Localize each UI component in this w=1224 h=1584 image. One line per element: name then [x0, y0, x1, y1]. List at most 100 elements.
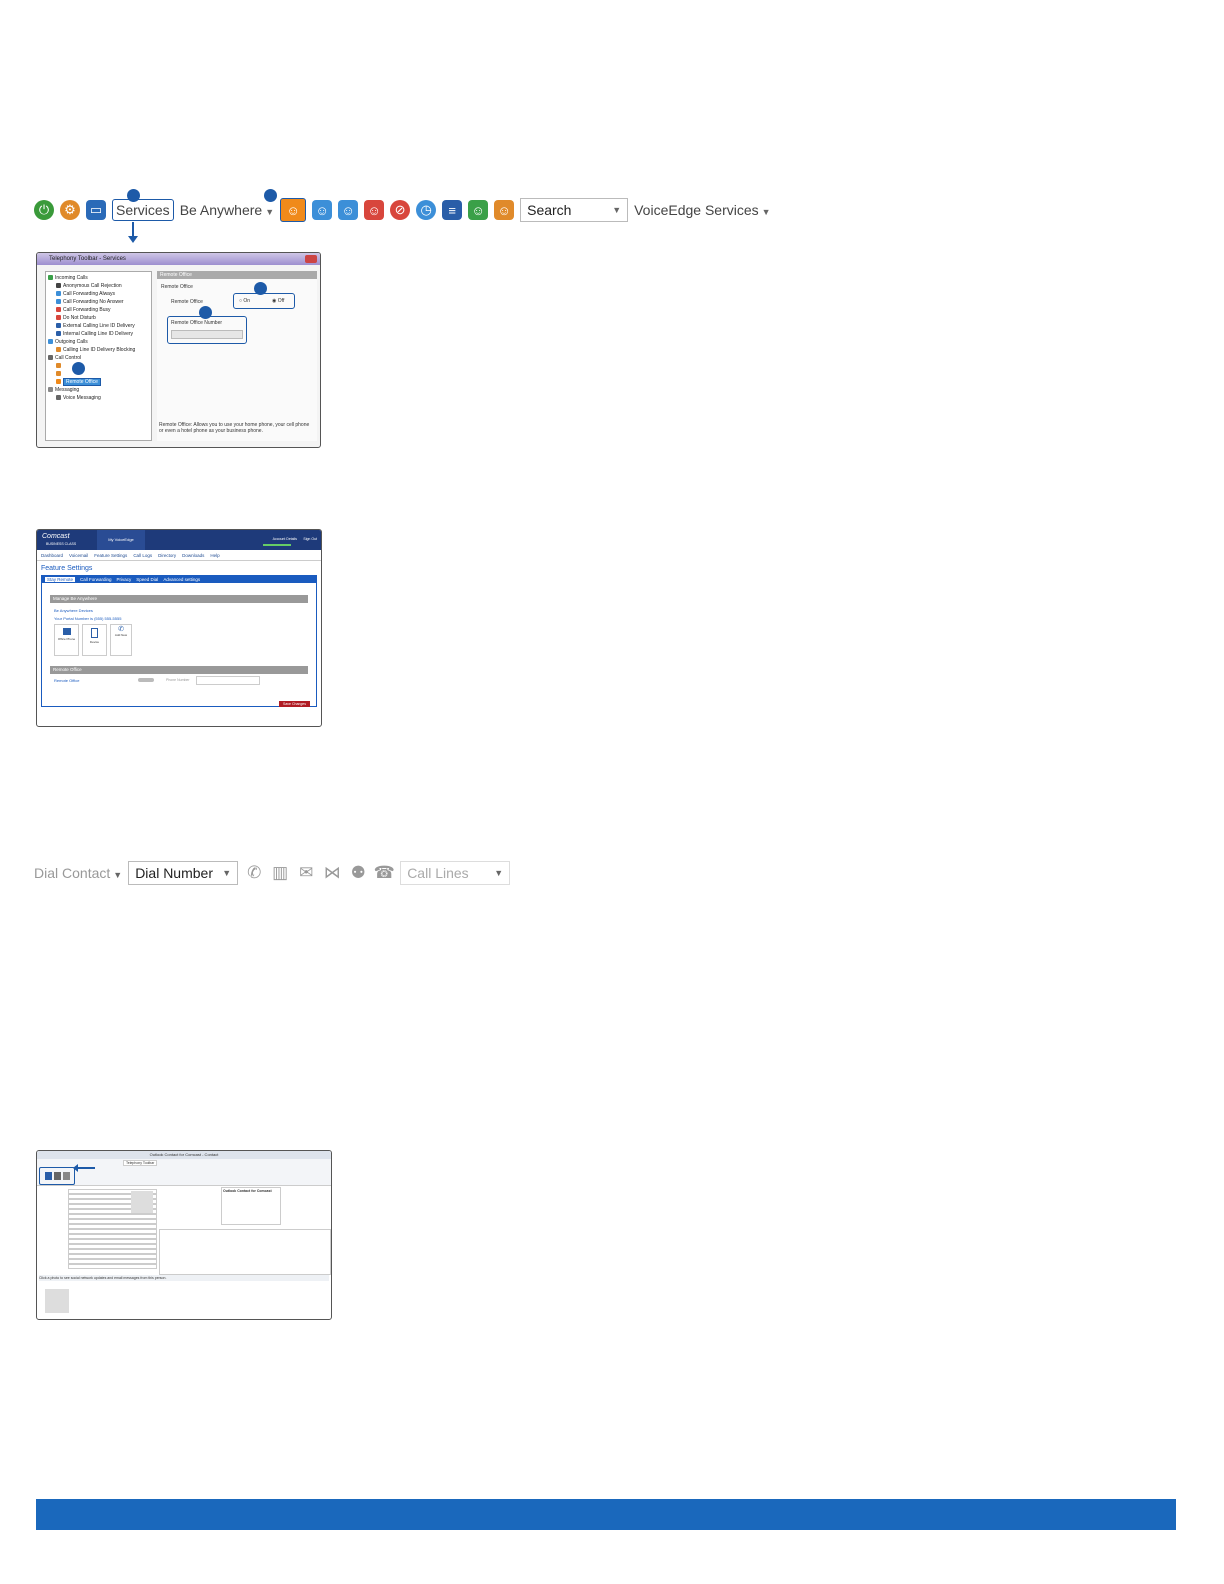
tree-group-call-control[interactable]: Call Control	[48, 354, 149, 362]
tree-item[interactable]: Call Forwarding No Answer	[48, 298, 149, 306]
nav-downloads[interactable]: Downloads	[182, 553, 204, 558]
nav-voicemail[interactable]: Voicemail	[69, 553, 88, 558]
user-icon[interactable]: ☺	[468, 200, 489, 220]
arrow-head-icon	[128, 236, 138, 243]
call-lines-dropdown[interactable]: Call Lines ▼	[400, 861, 511, 885]
chevron-down-icon: ▼	[222, 868, 232, 878]
tree-item[interactable]: Anonymous Call Rejection	[48, 282, 149, 290]
list-icon[interactable]: ≡	[442, 200, 463, 220]
chat-icon[interactable]: ▭	[86, 200, 106, 220]
tree-item[interactable]: Call Forwarding Always	[48, 290, 149, 298]
tree-item[interactable]: Internal Calling Line ID Delivery	[48, 330, 149, 338]
device-list: Office Phone Device ✆ Add New	[54, 624, 316, 656]
social-avatar[interactable]	[45, 1289, 69, 1313]
phone-icon[interactable]	[44, 1172, 52, 1180]
phone-number-label: Phone Number	[166, 678, 190, 682]
services-button[interactable]: Services	[112, 199, 174, 221]
item-icon	[56, 307, 61, 313]
telephony-toolbar: ⏻ ⚙ ▭ Services Be Anywhere ▼ ☺ ☺ ☺ ☺ ⊘ ◷ …	[34, 194, 771, 226]
call-icon[interactable]	[62, 1172, 70, 1180]
item-icon	[56, 315, 61, 321]
on-radio[interactable]: ○ On	[239, 298, 250, 304]
ribbon-tab-telephony[interactable]: Telephony Toolbar	[123, 1160, 158, 1166]
forward-busy-icon[interactable]: ☺	[364, 200, 385, 220]
tab-stay-remote[interactable]: Stay Remote	[45, 577, 76, 582]
dial-contact-dropdown[interactable]: Dial Contact ▼	[34, 865, 122, 881]
tree-item[interactable]: Do Not Disturb	[48, 314, 149, 322]
callout-arrow	[75, 1167, 95, 1169]
voicemail-transfer-icon[interactable]: ✉	[296, 863, 316, 883]
close-icon[interactable]	[305, 255, 317, 263]
search-label: Search	[527, 202, 572, 218]
tree-group-outgoing[interactable]: Outgoing Calls	[48, 338, 149, 346]
phone-number-input[interactable]	[196, 676, 260, 685]
transfer-icon[interactable]: ⋈	[322, 863, 342, 883]
tab-privacy[interactable]: Privacy	[117, 577, 132, 582]
tree-item[interactable]: Voice Messaging	[48, 394, 149, 402]
account-details-link[interactable]: Account Details	[273, 537, 297, 541]
arrow-head-icon	[73, 1164, 78, 1172]
add-phone-icon: ✆	[118, 626, 124, 633]
tree-item[interactable]: Calling Line ID Delivery Blocking	[48, 346, 149, 354]
call-control-icon	[48, 355, 53, 361]
nav-call-logs[interactable]: Call Logs	[133, 553, 152, 558]
power-icon[interactable]: ⏻	[34, 200, 54, 220]
tab-my-voiceedge[interactable]: My VoiceEdge	[97, 530, 145, 550]
sign-out-link[interactable]: Sign Out	[303, 537, 317, 541]
nav-feature-settings[interactable]: Feature Settings	[94, 553, 127, 558]
conference-icon[interactable]: ⚉	[348, 863, 368, 883]
nav-dashboard[interactable]: Dashboard	[41, 553, 63, 558]
phone-icon[interactable]: ✆	[244, 863, 264, 883]
device-card[interactable]: Device	[82, 624, 107, 656]
tab-call-forwarding[interactable]: Call Forwarding	[80, 577, 112, 582]
callout-marker	[127, 189, 140, 202]
add-device-card[interactable]: ✆ Add New	[110, 624, 132, 656]
contact-icon[interactable]	[53, 1172, 61, 1180]
device-card[interactable]: Office Phone	[54, 624, 79, 656]
services-window: Telephony Toolbar - Services Incoming Ca…	[36, 252, 321, 448]
nav-directory[interactable]: Directory	[158, 553, 176, 558]
item-icon	[56, 331, 61, 337]
remote-office-icon[interactable]: ☺	[280, 198, 307, 222]
remote-office-label: Remote Office	[54, 678, 80, 683]
tree-item[interactable]: Call Forwarding Busy	[48, 306, 149, 314]
save-changes-button[interactable]: Save Changes	[279, 701, 310, 707]
chevron-down-icon: ▼	[494, 868, 504, 878]
number-label: Remote Office Number	[171, 320, 223, 326]
users-icon[interactable]: ☺	[494, 200, 515, 220]
do-not-disturb-icon[interactable]: ⊘	[390, 200, 411, 220]
contact-card-name: Outlook Contact for Comcast	[223, 1189, 272, 1193]
off-radio[interactable]: ◉ Off	[272, 298, 284, 304]
search-dropdown[interactable]: Search ▼	[520, 198, 629, 222]
mobile-icon	[91, 628, 98, 638]
hold-icon[interactable]: ▥	[270, 863, 290, 883]
forward-noanswer-icon[interactable]: ☺	[338, 200, 359, 220]
avatar[interactable]	[131, 1191, 153, 1213]
call-lines-label: Call Lines	[407, 865, 469, 881]
dial-contact-label: Dial Contact	[34, 865, 111, 881]
tree-group-incoming[interactable]: Incoming Calls	[48, 274, 149, 282]
social-prompt: Click a photo to see social network upda…	[39, 1275, 329, 1281]
tree-item[interactable]	[48, 370, 149, 378]
item-icon	[56, 347, 61, 353]
clock-icon[interactable]: ◷	[416, 200, 437, 220]
settings-frame: Stay Remote Call Forwarding Privacy Spee…	[41, 575, 317, 707]
nav-help[interactable]: Help	[210, 553, 219, 558]
outlook-contact-window: Outlook Contact for Comcast - Contact Te…	[36, 1150, 332, 1320]
forward-always-icon[interactable]: ☺	[312, 200, 333, 220]
tree-item-remote-office[interactable]: Remote Office	[48, 378, 149, 386]
chevron-down-icon: ▼	[761, 207, 771, 217]
tree-item[interactable]: External Calling Line ID Delivery	[48, 322, 149, 330]
hangup-icon[interactable]: ☎	[374, 863, 395, 883]
notes-area[interactable]	[159, 1229, 331, 1275]
tree-item[interactable]	[48, 362, 149, 370]
voiceedge-services-dropdown[interactable]: VoiceEdge Services ▼	[634, 202, 770, 218]
gear-icon[interactable]: ⚙	[60, 200, 80, 220]
tree-group-messaging[interactable]: Messaging	[48, 386, 149, 394]
be-anywhere-dropdown[interactable]: Be Anywhere ▼	[180, 202, 274, 218]
remote-office-toggle[interactable]	[138, 678, 154, 682]
tab-speed-dial[interactable]: Speed Dial	[136, 577, 158, 582]
tab-advanced[interactable]: Advanced settings	[163, 577, 200, 582]
dial-number-dropdown[interactable]: Dial Number ▼	[128, 861, 239, 885]
remote-number-input[interactable]	[171, 330, 243, 339]
